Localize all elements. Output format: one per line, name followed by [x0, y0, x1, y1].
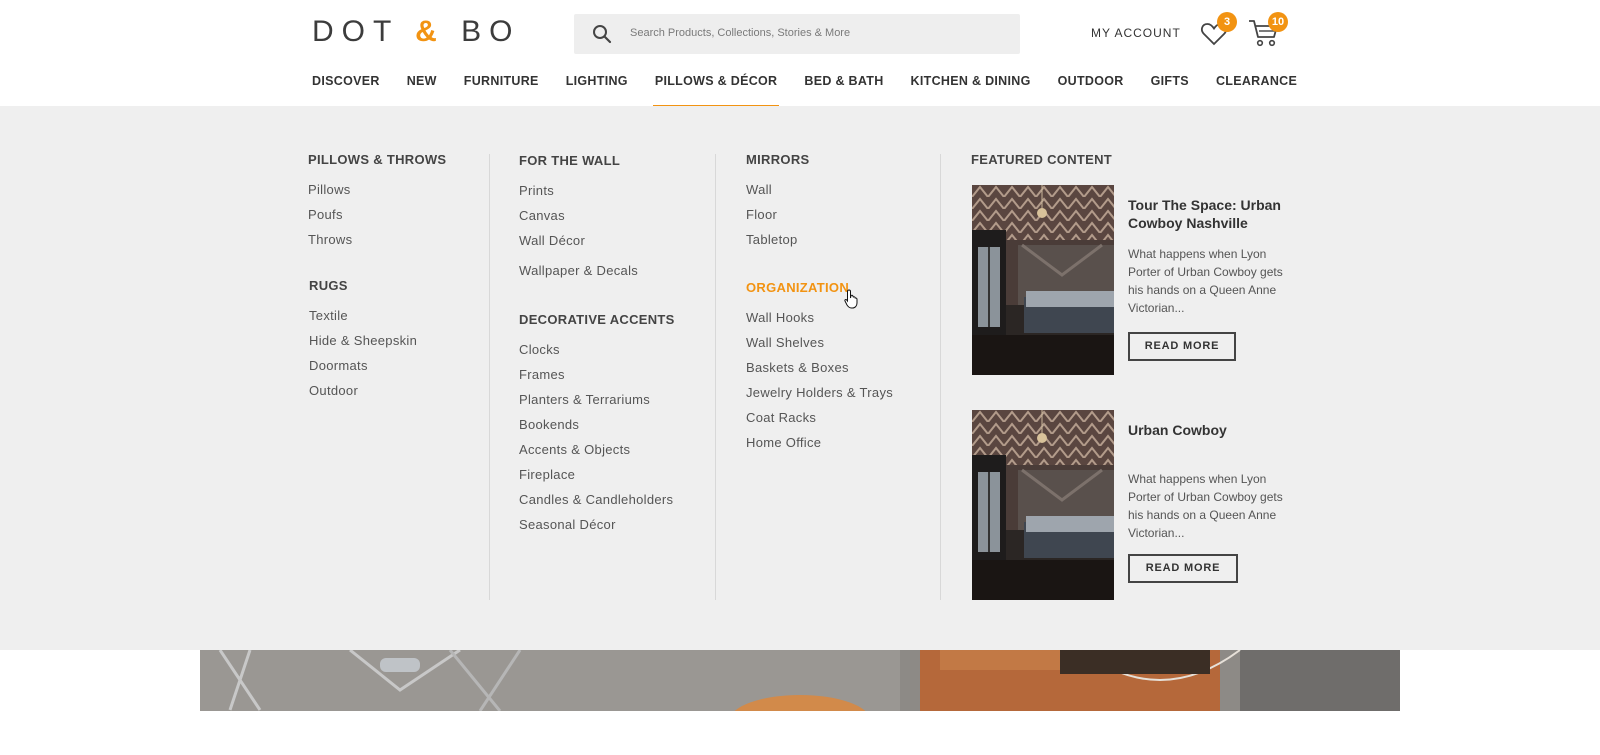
featured-text-1: What happens when Lyon Porter of Urban C…: [1128, 247, 1283, 315]
menu-link-planters-terrariums[interactable]: Planters & Terrariums: [519, 392, 650, 407]
for-the-wall-heading[interactable]: FOR THE WALL: [519, 153, 620, 168]
wishlist-count-badge: 3: [1217, 12, 1237, 32]
hero-image: [200, 650, 1400, 711]
nav-furniture[interactable]: FURNITURE: [464, 72, 539, 106]
menu-link-frames[interactable]: Frames: [519, 367, 565, 382]
menu-link-candles-candleholders[interactable]: Candles & Candleholders: [519, 492, 673, 507]
menu-link-textile[interactable]: Textile: [309, 308, 348, 323]
hand-cursor-icon: [844, 289, 858, 309]
menu-link-poufs[interactable]: Poufs: [308, 207, 343, 222]
nav-kitchen-dining[interactable]: KITCHEN & DINING: [911, 72, 1031, 106]
menu-link-baskets-boxes[interactable]: Baskets & Boxes: [746, 360, 849, 375]
menu-link-home-office[interactable]: Home Office: [746, 435, 821, 450]
cart-count-badge: 10: [1268, 12, 1288, 32]
decorative-accents-heading[interactable]: DECORATIVE ACCENTS: [519, 312, 675, 327]
menu-link-wall-decor[interactable]: Wall Décor: [519, 233, 585, 248]
menu-link-bookends[interactable]: Bookends: [519, 417, 579, 432]
menu-link-outdoor[interactable]: Outdoor: [309, 383, 358, 398]
menu-link-accents-objects[interactable]: Accents & Objects: [519, 442, 630, 457]
nav-outdoor[interactable]: OUTDOOR: [1058, 72, 1124, 106]
search-input[interactable]: Search Products, Collections, Stories & …: [630, 27, 850, 39]
nav-gifts[interactable]: GIFTS: [1151, 72, 1189, 106]
featured-image-bedroom[interactable]: [972, 185, 1114, 375]
logo[interactable]: DOT & BO: [312, 15, 521, 49]
column-divider: [489, 154, 490, 600]
menu-link-coat-racks[interactable]: Coat Racks: [746, 410, 816, 425]
mega-menu: PILLOWS & THROWS Pillows Poufs Throws RU…: [0, 106, 1600, 650]
menu-link-mirror-tabletop[interactable]: Tabletop: [746, 232, 798, 247]
search-bar[interactable]: Search Products, Collections, Stories & …: [574, 14, 1020, 54]
organization-heading[interactable]: ORGANIZATION: [746, 280, 849, 295]
nav-lighting[interactable]: LIGHTING: [566, 72, 628, 106]
column-divider: [940, 154, 941, 600]
menu-link-prints[interactable]: Prints: [519, 183, 554, 198]
menu-link-doormats[interactable]: Doormats: [309, 358, 368, 373]
menu-link-jewelry-holders-trays[interactable]: Jewelry Holders & Trays: [746, 385, 893, 400]
my-account-link[interactable]: MY ACCOUNT: [1091, 26, 1181, 40]
menu-link-canvas[interactable]: Canvas: [519, 208, 565, 223]
menu-link-wallpaper-decals[interactable]: Wallpaper & Decals: [519, 263, 638, 278]
read-more-button[interactable]: READ MORE: [1128, 332, 1236, 361]
menu-link-throws[interactable]: Throws: [308, 232, 352, 247]
menu-link-mirror-wall[interactable]: Wall: [746, 182, 772, 197]
menu-link-mirror-floor[interactable]: Floor: [746, 207, 777, 222]
featured-title-1[interactable]: Tour The Space: Urban Cowboy Nashville: [1128, 196, 1288, 232]
menu-link-hide-sheepskin[interactable]: Hide & Sheepskin: [309, 333, 417, 348]
featured-image-bedroom[interactable]: [972, 410, 1114, 600]
logo-bo: BO: [461, 15, 521, 48]
menu-link-wall-hooks[interactable]: Wall Hooks: [746, 310, 814, 325]
menu-link-seasonal-decor[interactable]: Seasonal Décor: [519, 517, 616, 532]
nav-new[interactable]: NEW: [407, 72, 437, 106]
main-nav: DISCOVER NEW FURNITURE LIGHTING PILLOWS …: [312, 72, 1297, 110]
featured-content-heading: FEATURED CONTENT: [971, 152, 1113, 167]
menu-link-wall-shelves[interactable]: Wall Shelves: [746, 335, 824, 350]
rugs-heading[interactable]: RUGS: [309, 278, 348, 293]
logo-dot: DOT: [312, 15, 399, 48]
menu-link-clocks[interactable]: Clocks: [519, 342, 560, 357]
nav-discover[interactable]: DISCOVER: [312, 72, 380, 106]
featured-title-2[interactable]: Urban Cowboy: [1128, 421, 1288, 439]
menu-link-fireplace[interactable]: Fireplace: [519, 467, 575, 482]
search-icon[interactable]: [592, 24, 612, 44]
site-header: DOT & BO Search Products, Collections, S…: [0, 0, 1600, 110]
menu-link-pillows[interactable]: Pillows: [308, 182, 351, 197]
pillows-throws-heading[interactable]: PILLOWS & THROWS: [308, 152, 446, 167]
logo-ampersand: &: [415, 15, 445, 48]
nav-bed-bath[interactable]: BED & BATH: [804, 72, 883, 106]
nav-pillows-decor[interactable]: PILLOWS & DÉCOR: [652, 72, 779, 110]
column-divider: [715, 154, 716, 600]
mirrors-heading[interactable]: MIRRORS: [746, 152, 810, 167]
nav-clearance[interactable]: CLEARANCE: [1216, 72, 1297, 106]
read-more-button[interactable]: READ MORE: [1128, 554, 1238, 583]
featured-text-2: What happens when Lyon Porter of Urban C…: [1128, 472, 1283, 540]
